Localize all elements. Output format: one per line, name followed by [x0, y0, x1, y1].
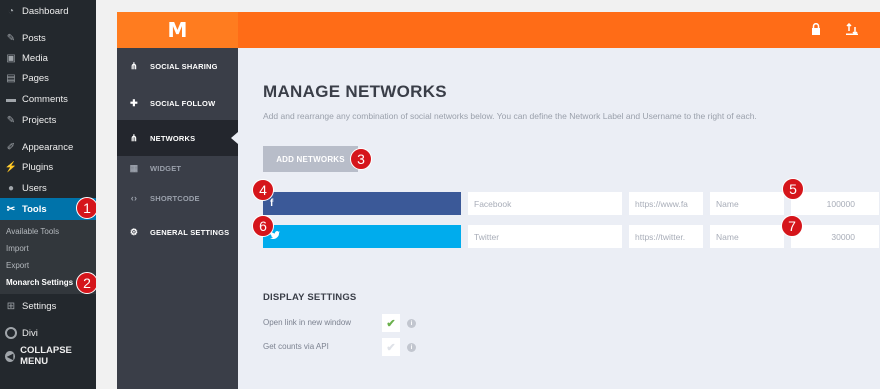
network-username-input[interactable]: Name [710, 225, 784, 248]
page-title: MANAGE NETWORKS [263, 82, 447, 101]
pin-icon: ✎ [6, 114, 16, 126]
collapse-menu-label: COLLAPSE MENU [20, 345, 72, 367]
monarch-logo: M [117, 12, 238, 48]
info-icon[interactable]: i [407, 319, 416, 328]
monarch-panel: M ⋔ SOCIAL SHARING ✚ SOCIAL FOLLOW ⋔ NETWOR… [117, 0, 880, 389]
annotation-badge-1: 1 [76, 197, 98, 219]
wp-menu-label: Posts [22, 32, 46, 44]
wp-menu-users[interactable]: ● Users [0, 178, 96, 198]
nav-social-follow[interactable]: ✚ SOCIAL FOLLOW [117, 85, 238, 121]
wp-menu-media[interactable]: ▣ Media [0, 48, 96, 68]
open-new-window-label: Open link in new window [263, 318, 352, 327]
network-count-input[interactable]: 30000 [791, 225, 879, 248]
settings-icon: ⊞ [6, 300, 16, 312]
nav-label: SOCIAL FOLLOW [150, 98, 216, 108]
share-icon: ⋔ [130, 60, 138, 71]
wp-menu-label: Settings [22, 300, 57, 312]
get-counts-api-label: Get counts via API [263, 342, 329, 351]
monarch-nav: ⋔ SOCIAL SHARING ✚ SOCIAL FOLLOW ⋔ NETWORKS… [117, 48, 238, 389]
dashboard-icon: ◔ [7, 5, 15, 17]
pages-icon: ▤ [6, 72, 16, 84]
wp-menu-label: Dashboard [22, 5, 69, 17]
annotation-badge-5: 5 [782, 178, 804, 200]
nav-label: GENERAL SETTINGS [150, 227, 230, 237]
main-content: MANAGE NETWORKS Add and rearrange any co… [238, 48, 880, 389]
import-export-icon[interactable] [845, 22, 859, 36]
grid-icon: ▦ [129, 162, 139, 173]
open-new-window-checkbox[interactable]: ✔ [382, 314, 400, 332]
get-counts-api-checkbox[interactable]: ✔ [382, 338, 400, 356]
wp-menu-projects[interactable]: ✎ Projects [0, 110, 96, 130]
wp-menu-label: Divi [22, 327, 38, 339]
media-icon: ▣ [6, 52, 16, 64]
plus-icon: ✚ [130, 97, 138, 108]
submenu-monarch-settings[interactable]: Monarch Settings [6, 278, 73, 287]
nav-label: SOCIAL SHARING [150, 61, 218, 71]
wp-menu-label: Appearance [22, 141, 74, 153]
info-icon[interactable]: i [407, 343, 416, 352]
submenu-export[interactable]: Export [6, 261, 29, 270]
collapse-arrow-icon: ◀ [5, 350, 16, 362]
facebook-icon: f [270, 198, 274, 209]
wp-menu-comments[interactable]: ▬ Comments [0, 89, 96, 109]
add-networks-button[interactable]: ADD NETWORKS [263, 146, 358, 172]
wp-menu-appearance[interactable]: ✐ Appearance [0, 137, 96, 157]
nav-shortcode[interactable]: ‹› SHORTCODE [117, 180, 238, 216]
network-label-input[interactable]: Twitter [468, 225, 622, 248]
active-indicator [231, 132, 238, 144]
wp-menu-label: Plugins [22, 161, 54, 173]
lock-icon[interactable] [809, 22, 823, 36]
page-gutter [96, 0, 117, 389]
divi-icon [5, 327, 17, 339]
wp-menu-label: Projects [22, 114, 57, 126]
wp-menu-label: Pages [22, 72, 49, 84]
display-settings-title: DISPLAY SETTINGS [263, 292, 357, 303]
share-icon: ⋔ [130, 132, 138, 143]
annotation-badge-6: 6 [252, 215, 274, 237]
wp-menu-plugins[interactable]: ⚡ Plugins [0, 157, 96, 177]
code-icon: ‹› [130, 193, 138, 203]
network-twitter-button[interactable] [263, 225, 461, 248]
wp-admin-sidebar: ◔ Dashboard ✎ Posts ▣ Media ▤ Pages ▬ Comment… [0, 0, 96, 389]
annotation-badge-7: 7 [781, 215, 803, 237]
collapse-menu-button[interactable]: ◀ COLLAPSE MENU [5, 345, 96, 367]
network-facebook-button[interactable]: f [263, 192, 461, 215]
nav-general-settings[interactable]: ⚙ GENERAL SETTINGS [117, 214, 238, 250]
wrench-icon: ✂ [6, 203, 16, 215]
brush-icon: ✐ [6, 141, 16, 153]
annotation-badge-4: 4 [252, 179, 274, 201]
wp-menu-posts[interactable]: ✎ Posts [0, 28, 96, 48]
network-url-input[interactable]: https://www.fa [629, 192, 703, 215]
nav-label: SHORTCODE [150, 193, 200, 203]
wp-menu-label: Comments [22, 93, 68, 105]
annotation-badge-3: 3 [350, 148, 372, 170]
network-label-input[interactable]: Facebook [468, 192, 622, 215]
gear-icon: ⚙ [129, 226, 139, 237]
page-description: Add and rearrange any combination of soc… [263, 111, 757, 121]
wp-menu-label: Users [22, 182, 47, 194]
submenu-import[interactable]: Import [6, 244, 29, 253]
wp-menu-label: Tools [22, 203, 47, 215]
nav-label: NETWORKS [150, 133, 196, 143]
wp-menu-label: Media [22, 52, 48, 64]
nav-label: WIDGET [150, 163, 182, 173]
nav-social-sharing[interactable]: ⋔ SOCIAL SHARING [117, 48, 238, 84]
wp-menu-settings[interactable]: ⊞ Settings [0, 296, 96, 316]
annotation-badge-2: 2 [76, 272, 98, 294]
submenu-available-tools[interactable]: Available Tools [6, 227, 59, 236]
user-icon: ● [7, 182, 15, 194]
network-username-input[interactable]: Name [710, 192, 784, 215]
wp-menu-dashboard[interactable]: ◔ Dashboard [0, 1, 96, 21]
comments-icon: ▬ [6, 93, 16, 105]
pin-icon: ✎ [6, 32, 16, 44]
network-count-input[interactable]: 100000 [791, 192, 879, 215]
wp-menu-pages[interactable]: ▤ Pages [0, 68, 96, 88]
wp-menu-divi[interactable]: Divi [0, 323, 96, 343]
plugin-icon: ⚡ [4, 161, 18, 173]
top-strip [117, 0, 880, 12]
monarch-header: M [117, 12, 880, 48]
network-url-input[interactable]: https://twitter. [629, 225, 703, 248]
